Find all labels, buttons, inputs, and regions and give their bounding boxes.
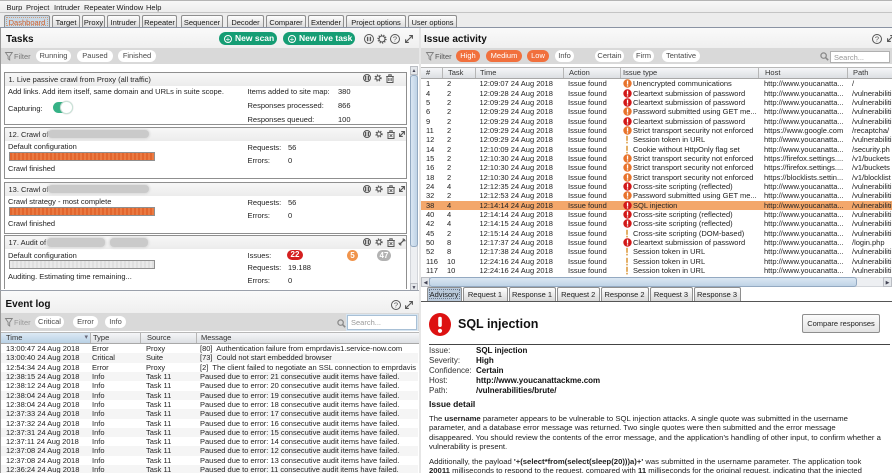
svg-text:?: ? bbox=[393, 34, 397, 43]
svg-text:?: ? bbox=[875, 34, 879, 43]
svg-text:?: ? bbox=[394, 300, 398, 309]
